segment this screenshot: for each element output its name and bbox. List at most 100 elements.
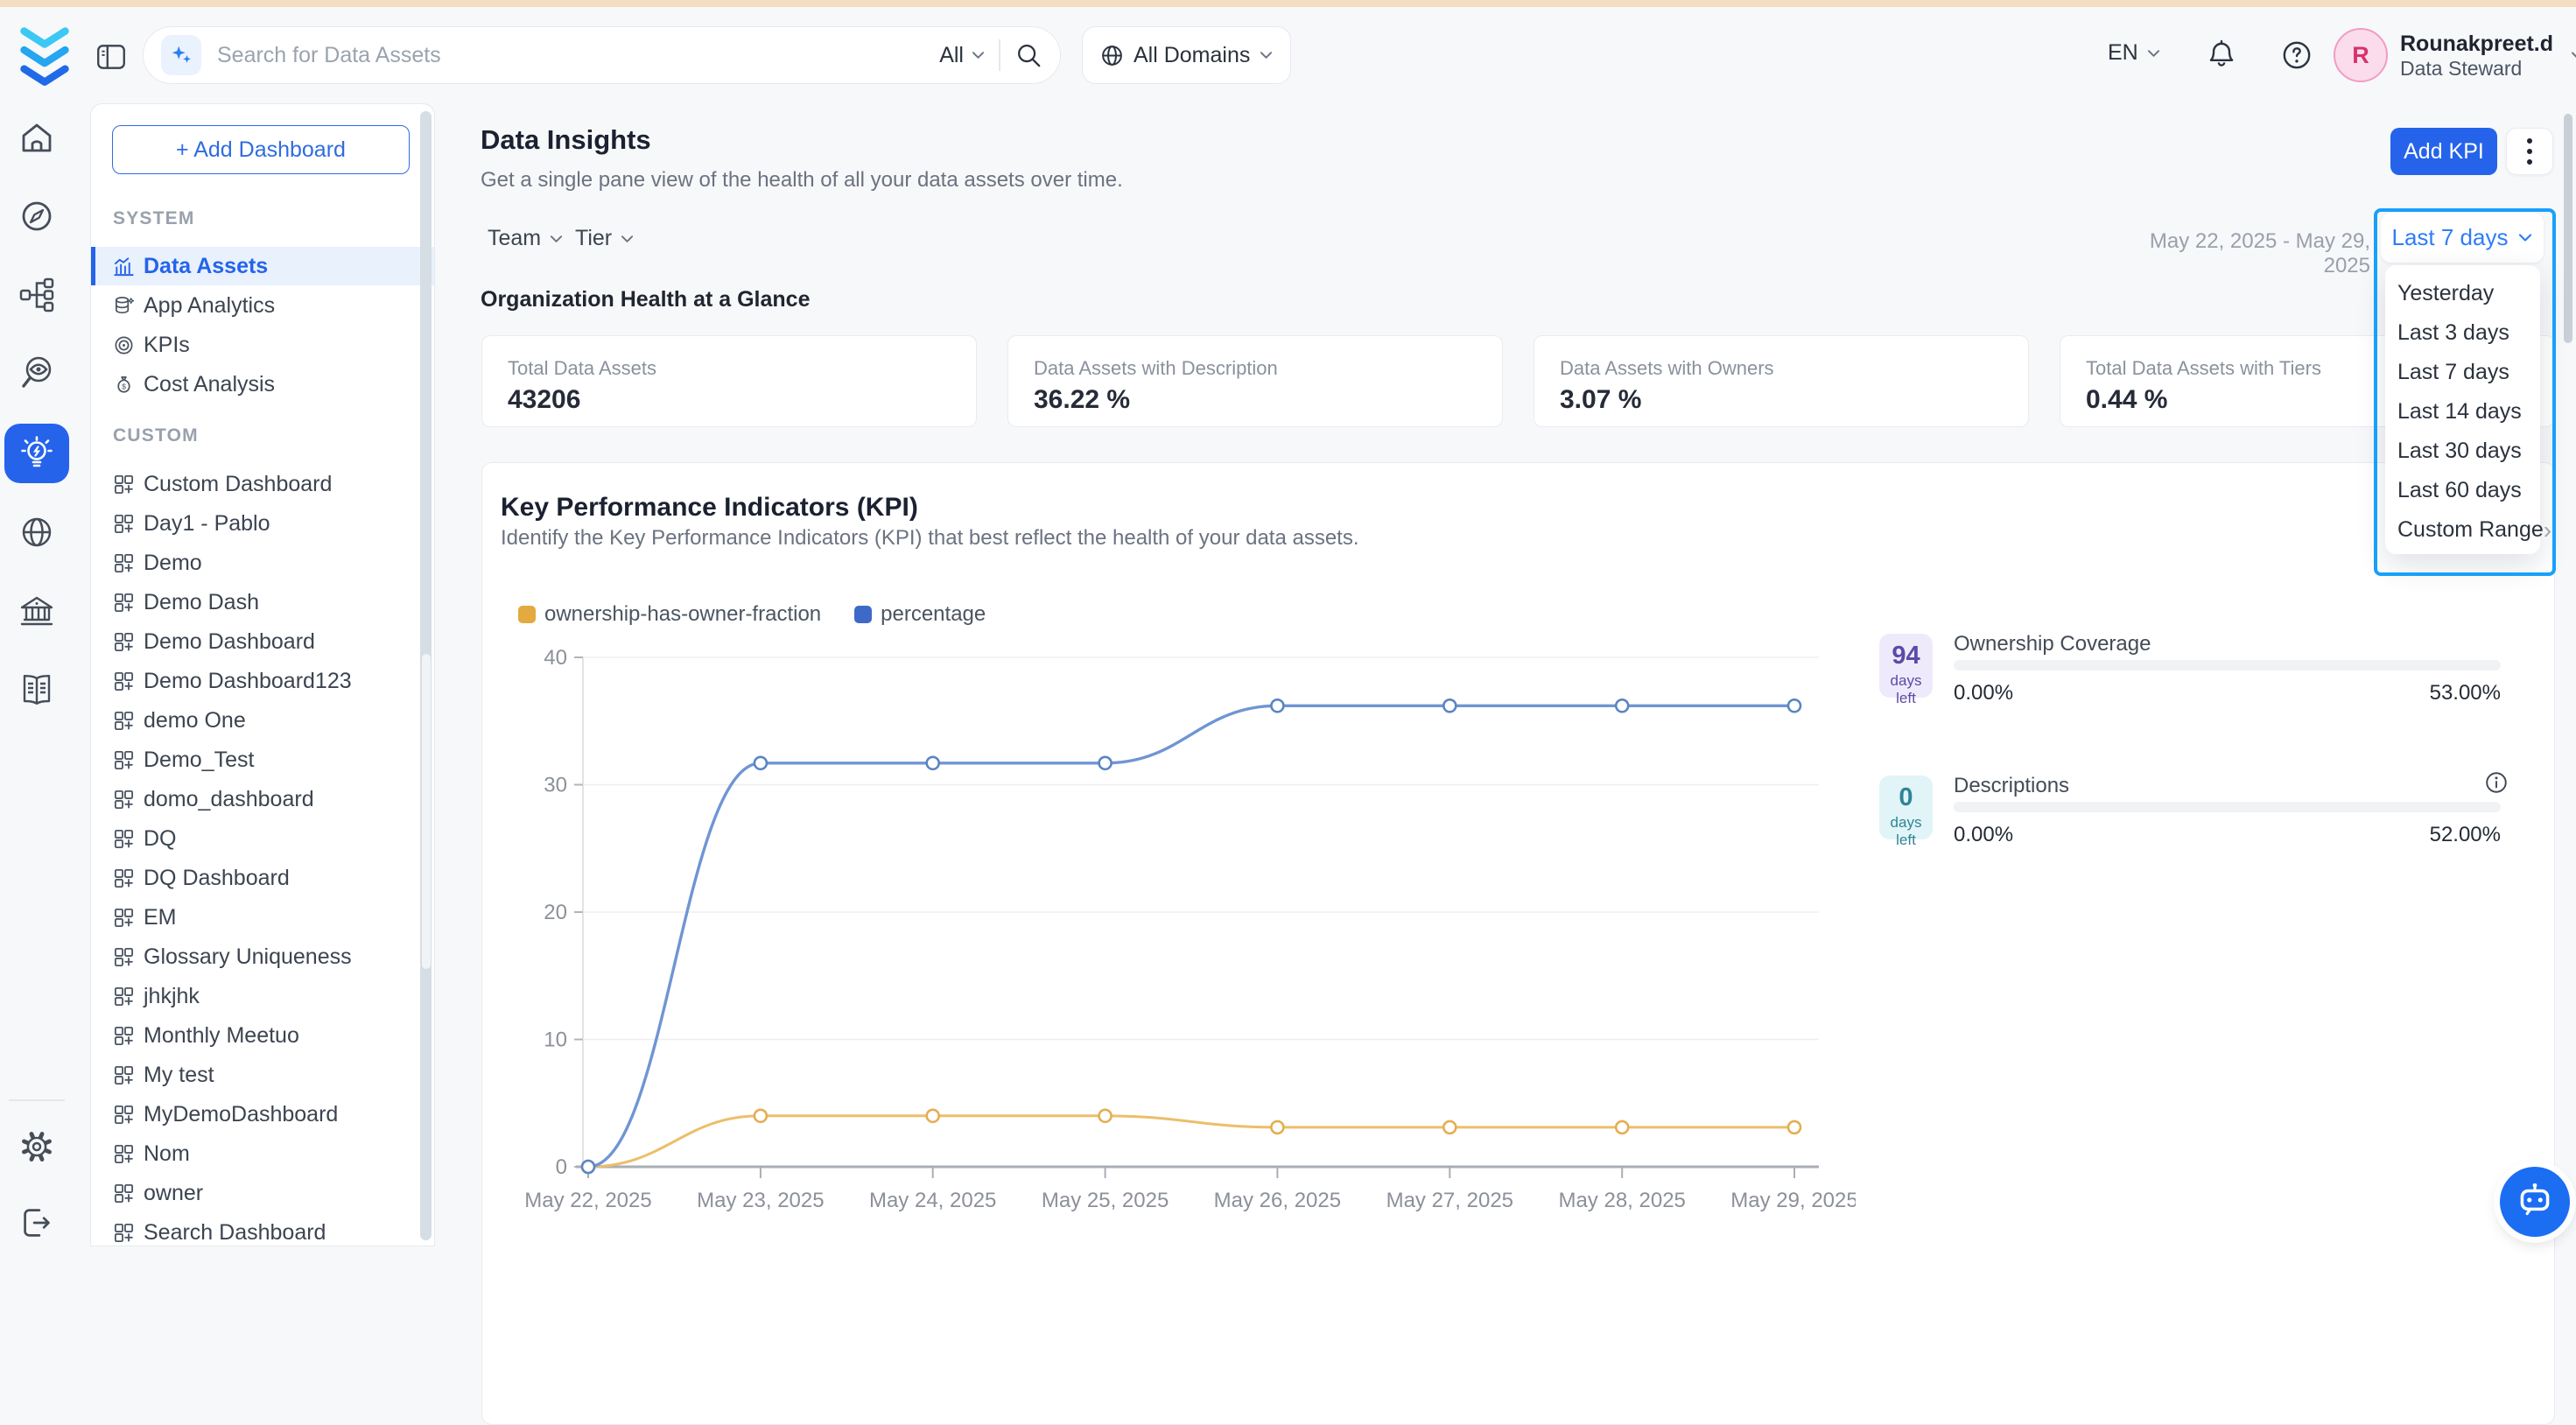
dashboard-icon — [113, 1025, 135, 1047]
sidebar-item-jhkjhk[interactable]: jhkjhk — [91, 977, 434, 1015]
time-option-last-7-days[interactable]: Last 7 days — [2385, 353, 2540, 392]
rail-item-compass[interactable] — [12, 192, 61, 241]
sidebar-scrollbar[interactable] — [420, 111, 432, 1240]
time-range-dropdown[interactable]: Last 7 days — [2381, 213, 2544, 263]
rail-item-logout[interactable] — [12, 1198, 61, 1247]
sidebar-item-dq-dashboard[interactable]: DQ Dashboard — [91, 859, 434, 897]
info-icon[interactable] — [2484, 770, 2509, 795]
time-option-custom-range[interactable]: Custom Range› — [2385, 510, 2540, 550]
time-option-last-3-days[interactable]: Last 3 days — [2385, 313, 2540, 353]
time-option-yesterday[interactable]: Yesterday — [2385, 274, 2540, 313]
search-input[interactable] — [215, 42, 925, 69]
app-logo-icon[interactable] — [18, 25, 72, 89]
sidebar-item-demo-dash[interactable]: Demo Dash — [91, 583, 434, 621]
goal-days-left-badge: 0days left — [1879, 776, 1933, 839]
chat-launcher-button[interactable] — [2500, 1167, 2570, 1237]
rail-item-discovery[interactable] — [12, 349, 61, 398]
page-scrollbar[interactable] — [2564, 114, 2572, 343]
ai-sparkle-icon[interactable] — [161, 35, 201, 75]
add-dashboard-button[interactable]: + Add Dashboard — [112, 125, 410, 174]
dashboard-icon — [113, 631, 135, 653]
sidebar-item-dq[interactable]: DQ — [91, 819, 434, 858]
sidebar-item-kpis[interactable]: KPIs — [91, 326, 434, 364]
glance-card-1: Data Assets with Description36.22 % — [1007, 335, 1503, 427]
time-option-last-60-days[interactable]: Last 60 days — [2385, 471, 2540, 510]
rail-item-home[interactable] — [12, 114, 61, 163]
home-icon — [16, 117, 58, 159]
svg-text:0: 0 — [556, 1155, 567, 1179]
time-option-label: Last 30 days — [2397, 439, 2522, 464]
sidebar-item-cost-analysis[interactable]: $Cost Analysis — [91, 365, 434, 404]
sidebar-item-custom-dashboard[interactable]: Custom Dashboard — [91, 465, 434, 503]
sidebar-item-nom[interactable]: Nom — [91, 1134, 434, 1173]
sidebar-item-glossary-uniqueness[interactable]: Glossary Uniqueness — [91, 937, 434, 976]
glance-card-value: 0.44 % — [2086, 385, 2167, 415]
page-title: Data Insights — [481, 124, 651, 156]
language-selector[interactable]: EN — [2108, 40, 2160, 66]
dashboard-icon — [113, 907, 135, 929]
legend-item-percentage[interactable]: percentage — [854, 602, 986, 627]
sidebar-item-search-dashboard[interactable]: Search Dashboard — [91, 1213, 434, 1246]
legend-item-ownership-has-owner-fraction[interactable]: ownership-has-owner-fraction — [518, 602, 821, 627]
sidebar-item-my-test[interactable]: My test — [91, 1056, 434, 1094]
search-icon[interactable] — [1014, 41, 1042, 69]
user-name: Rounakpreet.d — [2400, 31, 2553, 57]
sidebar-item-demo-dashboard[interactable]: Demo Dashboard — [91, 622, 434, 661]
dashboard-icon — [113, 710, 135, 732]
globe-icon — [1100, 44, 1124, 67]
sidebar-item-demo-dashboard123[interactable]: Demo Dashboard123 — [91, 662, 434, 700]
more-options-button[interactable] — [2506, 128, 2553, 175]
date-range-label: May 22, 2025 - May 29, 2025 — [2136, 229, 2370, 278]
rail-item-docs[interactable] — [12, 665, 61, 714]
divider — [999, 39, 1000, 71]
scrollbar-thumb[interactable] — [422, 654, 431, 969]
sidebar-item-data-assets[interactable]: Data Assets — [91, 247, 434, 285]
sidebar-item-label: Nom — [144, 1141, 190, 1167]
dashboard-icon — [113, 986, 135, 1007]
chevron-down-icon — [2147, 49, 2160, 58]
rail-item-governance[interactable] — [12, 587, 61, 636]
sidebar-item-monthly-meetuo[interactable]: Monthly Meetuo — [91, 1016, 434, 1055]
sidebar-item-em[interactable]: EM — [91, 898, 434, 937]
svg-text:40: 40 — [544, 646, 567, 670]
tier-filter[interactable]: Tier — [575, 226, 634, 251]
sidebar-item-domo-dashboard[interactable]: domo_dashboard — [91, 780, 434, 818]
chevron-down-icon — [1260, 51, 1273, 60]
sidebar-item-demo[interactable]: Demo — [91, 544, 434, 582]
rail-item-globe[interactable] — [12, 508, 61, 557]
notifications-button[interactable] — [2203, 37, 2240, 74]
goal-progress-bar — [1954, 802, 2501, 812]
add-kpi-button[interactable]: Add KPI — [2390, 128, 2497, 175]
glance-card-0: Total Data Assets43206 — [481, 335, 977, 427]
domains-label: All Domains — [1134, 43, 1250, 68]
rail-item-workflow[interactable] — [12, 270, 61, 319]
rail-item-settings[interactable] — [12, 1122, 61, 1171]
sidebar-collapse-button[interactable] — [95, 40, 128, 72]
search-scope-dropdown[interactable]: All — [939, 43, 985, 68]
cost-analysis-icon: $ — [113, 374, 135, 396]
sidebar-item-label: Monthly Meetuo — [144, 1023, 299, 1049]
global-search-bar[interactable]: All — [143, 26, 1061, 84]
kpi-subtitle: Identify the Key Performance Indicators … — [501, 526, 1359, 551]
sidebar-item-demo-test[interactable]: Demo_Test — [91, 741, 434, 779]
goal-range-row: 0.00%53.00% — [1954, 681, 2501, 705]
domains-filter-button[interactable]: All Domains — [1082, 26, 1291, 84]
glance-card-label: Total Data Assets — [508, 357, 656, 380]
sidebar-item-mydemodashboard[interactable]: MyDemoDashboard — [91, 1095, 434, 1134]
time-option-last-30-days[interactable]: Last 30 days — [2385, 432, 2540, 471]
sidebar-item-demo-one[interactable]: demo One — [91, 701, 434, 740]
sidebar-item-day1-pablo[interactable]: Day1 - Pablo — [91, 504, 434, 543]
sidebar-item-app-analytics[interactable]: App Analytics — [91, 286, 434, 325]
rail-item-insights[interactable] — [4, 424, 69, 483]
time-option-last-14-days[interactable]: Last 14 days — [2385, 392, 2540, 432]
team-filter[interactable]: Team — [488, 226, 563, 251]
legend-swatch — [854, 606, 872, 623]
sidebar-item-owner[interactable]: owner — [91, 1174, 434, 1212]
user-menu[interactable]: R Rounakpreet.d Data Steward — [2334, 28, 2576, 82]
tier-filter-label: Tier — [575, 226, 612, 251]
time-option-label: Last 7 days — [2397, 360, 2509, 385]
sidebar-item-label: My test — [144, 1063, 214, 1088]
logout-icon — [17, 1203, 57, 1243]
goal-range-end: 53.00% — [2430, 681, 2501, 705]
help-button[interactable] — [2278, 37, 2315, 74]
